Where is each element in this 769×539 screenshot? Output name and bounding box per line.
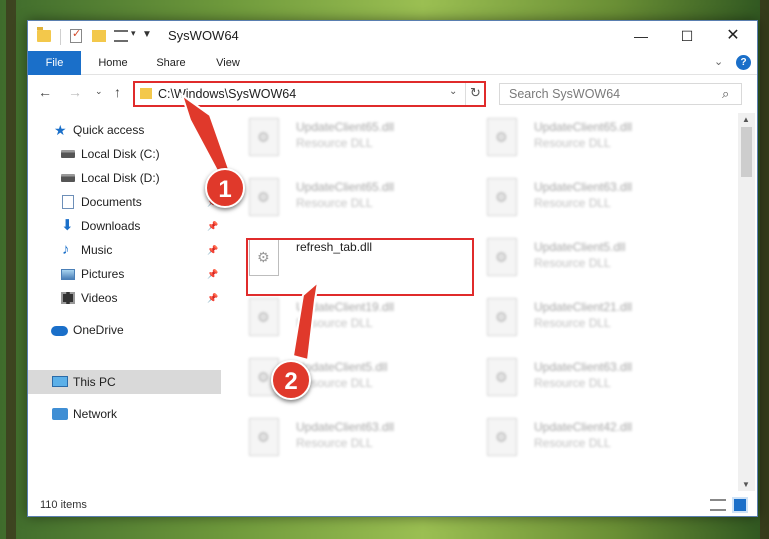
step-badge-1: 1 <box>205 168 245 208</box>
arrow-2 <box>291 279 320 362</box>
annotation-arrows <box>180 92 320 362</box>
step-badge-2: 2 <box>271 360 311 400</box>
